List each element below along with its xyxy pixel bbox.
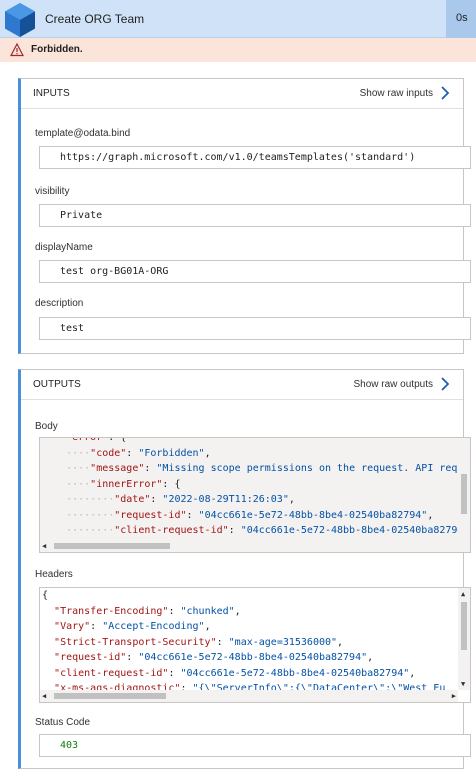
scroll-up-icon[interactable]: ▲ [461,590,465,598]
outputs-card: OUTPUTS Show raw outputs Body "error": {… [18,369,471,769]
body-code-viewer[interactable]: "error": { ····"code": "Forbidden", ····… [39,437,471,553]
scroll-left-icon[interactable]: ◀ [42,692,46,700]
field-label-description: description [35,298,84,309]
status-code-value[interactable]: 403 [39,734,471,757]
scroll-left-icon[interactable]: ◀ [42,542,46,550]
headers-label: Headers [35,569,73,580]
field-label-visibility: visibility [35,186,70,197]
headers-horizontal-scrollbar[interactable]: ◀ ▶ [40,690,458,702]
inputs-header: INPUTS Show raw inputs [21,79,463,109]
body-scroll-thumb[interactable] [461,474,467,514]
inputs-title: INPUTS [33,88,70,99]
headers-code-line: "client-request-id": "04cc661e-5e72-48bb… [54,667,416,679]
body-code-line: "error": { [66,437,127,443]
field-label-template: template@odata.bind [35,128,131,139]
headers-code-viewer[interactable]: { "Transfer-Encoding": "chunked", "Vary"… [39,587,471,703]
headers-scroll-thumb[interactable] [461,602,467,650]
scroll-down-icon[interactable]: ▼ [461,680,465,688]
inputs-card: INPUTS Show raw inputs template@odata.bi… [18,78,471,354]
template-odata-bind-value[interactable]: https://graph.microsoft.com/v1.0/teamsTe… [39,146,471,169]
headers-code-line: "request-id": "04cc661e-5e72-48bb-8be4-0… [54,652,374,663]
body-vertical-scrollbar[interactable] [458,438,470,540]
chevron-right-icon[interactable] [439,377,451,391]
body-horizontal-scrollbar[interactable]: ◀ [40,540,458,552]
error-message: Forbidden. [31,44,83,55]
action-title: Create ORG Team [45,12,145,26]
chevron-right-icon[interactable] [439,86,451,100]
error-banner: Forbidden. [0,38,476,62]
warning-icon [10,43,24,57]
headers-code-line: { [42,590,49,601]
duration-badge: 0s [446,0,476,38]
body-label: Body [35,421,58,432]
outputs-header: OUTPUTS Show raw outputs [21,370,463,400]
body-code-line: ········"client-request-id": "04cc661e-5… [42,525,470,536]
scroll-right-icon[interactable]: ▶ [452,692,456,700]
show-raw-inputs-link[interactable]: Show raw inputs [360,88,433,99]
body-code-line: ····"message": "Missing scope permission… [42,463,470,474]
headers-code-line: "Strict-Transport-Security": "max-age=31… [54,636,344,648]
body-hscroll-thumb[interactable] [54,543,170,549]
visibility-value[interactable]: Private [39,204,471,227]
outputs-title: OUTPUTS [33,379,81,390]
headers-code-line: "Vary": "Accept-Encoding", [54,621,211,632]
description-value[interactable]: test [39,317,471,340]
field-label-displayname: displayName [35,242,93,253]
headers-code-line: "Transfer-Encoding": "chunked", [54,605,241,617]
headers-hscroll-thumb[interactable] [54,693,166,699]
body-code-line: ········"request-id": "04cc661e-5e72-48b… [42,509,434,521]
body-code-line: ····"innerError": { [42,478,181,490]
show-raw-outputs-link[interactable]: Show raw outputs [354,379,434,390]
teams-connector-icon [5,3,35,37]
body-code-line: ········"date": "2022-08-29T11:26:03", [42,494,295,505]
displayname-value[interactable]: test org-BG01A-ORG [39,260,471,283]
body-code-line: ····"code": "Forbidden", [42,447,211,459]
headers-vertical-scrollbar[interactable]: ▲ ▼ [458,588,470,690]
status-code-label: Status Code [35,717,91,728]
action-header[interactable]: Create ORG Team 0s [0,0,476,38]
